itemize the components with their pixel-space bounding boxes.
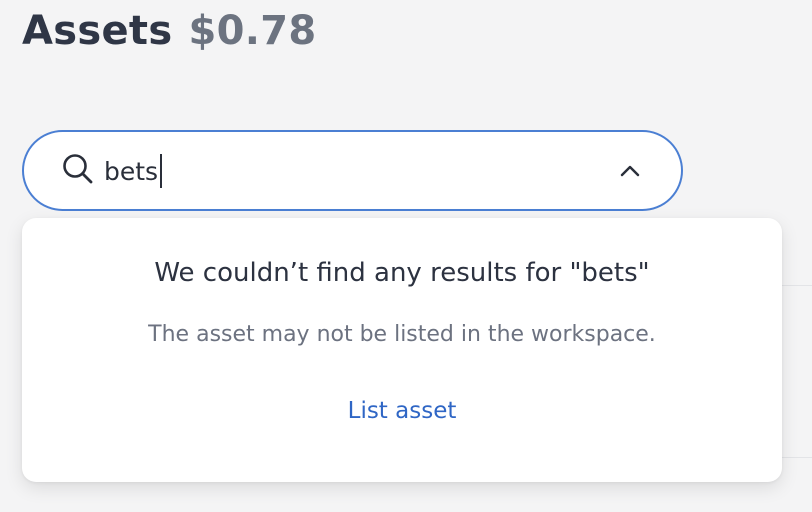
search-results-dropdown: We couldn’t find any results for "bets" … — [22, 218, 782, 482]
asset-search-box[interactable] — [22, 130, 683, 211]
text-cursor — [160, 154, 162, 188]
list-asset-link[interactable]: List asset — [322, 394, 482, 428]
search-icon — [60, 151, 96, 187]
page-header: Assets $0.78 — [22, 8, 316, 54]
total-balance: $0.78 — [188, 8, 317, 54]
no-results-subtitle: The asset may not be listed in the works… — [148, 322, 656, 347]
page-title: Assets — [22, 8, 173, 54]
no-results-title: We couldn’t find any results for "bets" — [154, 258, 650, 288]
assets-page: Assets $0.78 We couldn’t find any result… — [0, 0, 812, 512]
collapse-toggle[interactable] — [613, 154, 647, 188]
search-input[interactable] — [104, 152, 604, 190]
chevron-up-icon — [620, 165, 640, 177]
